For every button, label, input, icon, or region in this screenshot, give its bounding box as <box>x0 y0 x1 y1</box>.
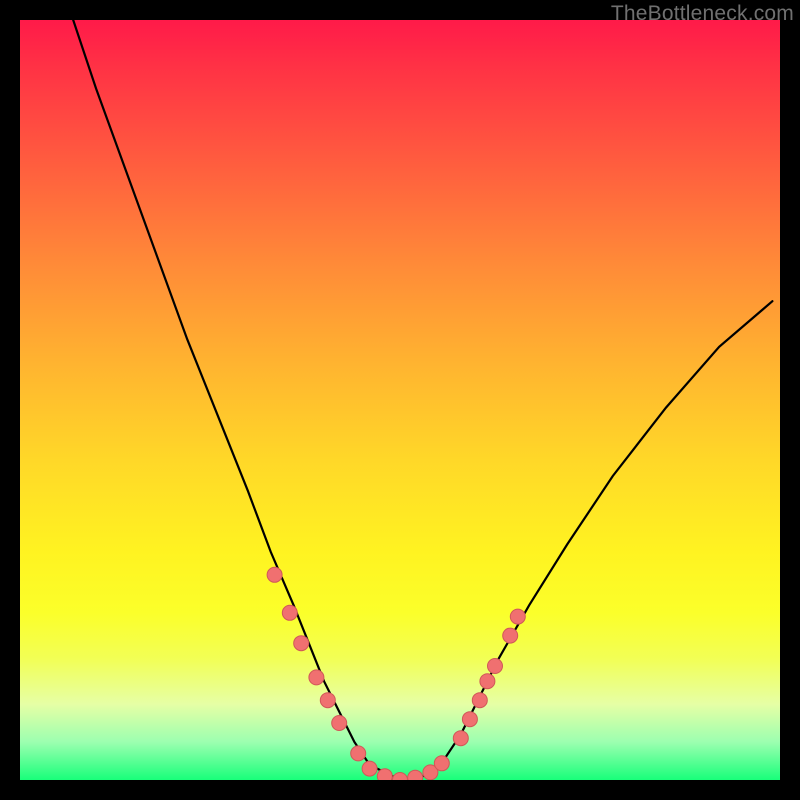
curve-marker <box>462 712 477 727</box>
curve-marker <box>408 770 423 780</box>
curve-marker <box>332 716 347 731</box>
curve-marker <box>503 628 518 643</box>
curve-marker <box>393 773 408 781</box>
curve-marker <box>267 567 282 582</box>
watermark-text: TheBottleneck.com <box>611 2 794 26</box>
curve-marker <box>309 670 324 685</box>
curve-markers <box>267 567 525 780</box>
curve-marker <box>377 769 392 780</box>
curve-marker <box>351 746 366 761</box>
curve-marker <box>282 605 297 620</box>
curve-marker <box>453 731 468 746</box>
curve-marker <box>480 674 495 689</box>
chart-svg <box>20 20 780 780</box>
curve-marker <box>320 693 335 708</box>
curve-marker <box>434 756 449 771</box>
curve-marker <box>294 636 309 651</box>
chart-plot-area <box>20 20 780 780</box>
curve-marker <box>362 761 377 776</box>
curve-marker <box>488 659 503 674</box>
curve-marker <box>472 693 487 708</box>
curve-marker <box>510 609 525 624</box>
bottleneck-curve <box>73 20 772 780</box>
